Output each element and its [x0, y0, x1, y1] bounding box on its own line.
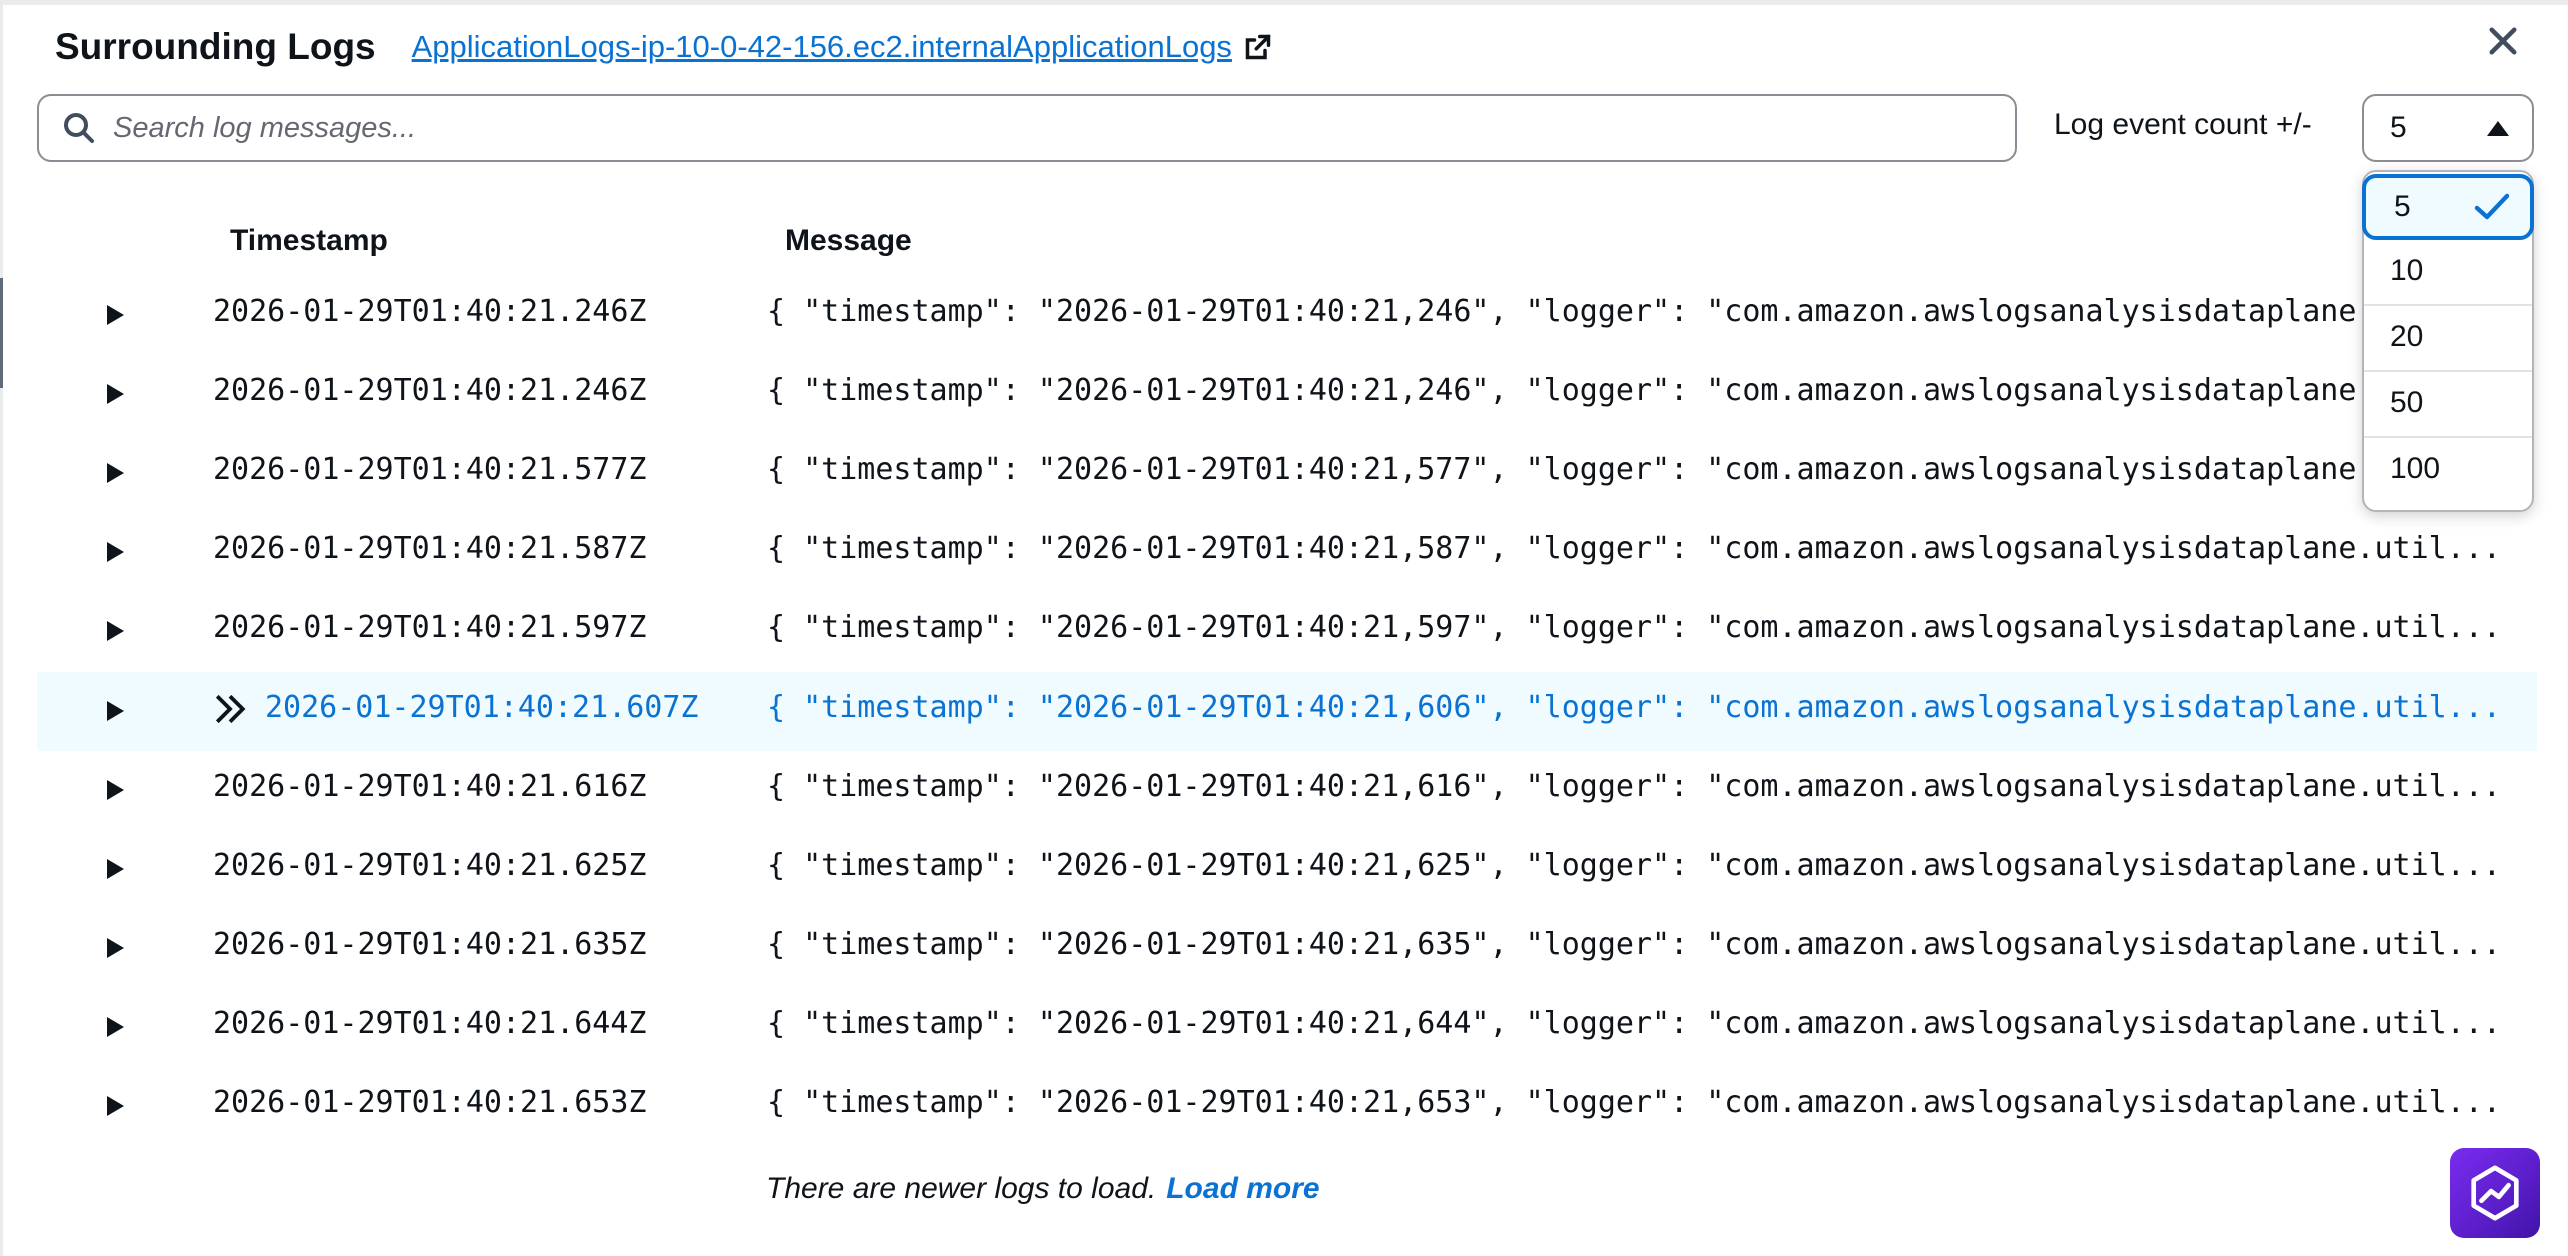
option-50[interactable]: 50 [2364, 370, 2532, 436]
row-timestamp: 2026-01-29T01:40:21.616Z [213, 769, 647, 804]
close-icon[interactable] [2488, 26, 2518, 56]
caret-right-icon[interactable] [105, 700, 125, 722]
caret-right-icon[interactable] [105, 858, 125, 880]
load-more-notice: There are newer logs to load. Load more [766, 1172, 1320, 1206]
external-link-icon[interactable] [1244, 33, 1272, 61]
row-message: { "timestamp": "2026-01-29T01:40:21,577"… [767, 452, 2501, 487]
caret-right-icon[interactable] [105, 620, 125, 642]
table-row[interactable]: 2026-01-29T01:40:21.635Z { "timestamp": … [37, 909, 2537, 988]
table-row[interactable]: 2026-01-29T01:40:21.597Z { "timestamp": … [37, 592, 2537, 671]
row-message: { "timestamp": "2026-01-29T01:40:21,625"… [767, 848, 2501, 883]
log-event-count-label: Log event count +/- [2054, 108, 2312, 141]
option-label: 5 [2394, 190, 2411, 223]
row-timestamp: 2026-01-29T01:40:21.635Z [213, 927, 647, 962]
row-message: { "timestamp": "2026-01-29T01:40:21,606"… [767, 690, 2501, 725]
column-header-timestamp: Timestamp [230, 224, 388, 257]
option-10[interactable]: 10 [2364, 238, 2532, 304]
row-message: { "timestamp": "2026-01-29T01:40:21,246"… [767, 294, 2501, 329]
log-group-link-text[interactable]: ApplicationLogs-ip-10-0-42-156.ec2.inter… [412, 29, 1232, 65]
option-label: 10 [2390, 254, 2424, 287]
check-icon [2474, 193, 2510, 220]
row-message: { "timestamp": "2026-01-29T01:40:21,653"… [767, 1085, 2501, 1120]
caret-right-icon[interactable] [105, 304, 125, 326]
row-timestamp: 2026-01-29T01:40:21.607Z [265, 690, 699, 725]
log-event-count-select[interactable]: 5 [2362, 94, 2534, 162]
row-timestamp: 2026-01-29T01:40:21.577Z [213, 452, 647, 487]
assistant-button[interactable] [2450, 1148, 2540, 1238]
row-message: { "timestamp": "2026-01-29T01:40:21,635"… [767, 927, 2501, 962]
option-20[interactable]: 20 [2364, 304, 2532, 370]
row-timestamp: 2026-01-29T01:40:21.625Z [213, 848, 647, 883]
option-5[interactable]: 5 [2362, 174, 2534, 240]
row-timestamp: 2026-01-29T01:40:21.644Z [213, 1006, 647, 1041]
caret-right-icon[interactable] [105, 779, 125, 801]
row-timestamp: 2026-01-29T01:40:21.597Z [213, 610, 647, 645]
option-label: 100 [2390, 452, 2441, 485]
table-row[interactable]: 2026-01-29T01:40:21.587Z { "timestamp": … [37, 513, 2537, 592]
log-event-count-dropdown: 5 10 20 50 100 [2362, 170, 2534, 512]
top-border [0, 0, 2568, 5]
page-title: Surrounding Logs [55, 26, 376, 67]
caret-right-icon[interactable] [105, 383, 125, 405]
option-100[interactable]: 100 [2364, 436, 2532, 502]
close-button[interactable] [2478, 16, 2528, 66]
table-row-current[interactable]: 2026-01-29T01:40:21.607Z { "timestamp": … [37, 672, 2537, 751]
caret-right-icon[interactable] [105, 1095, 125, 1117]
row-message: { "timestamp": "2026-01-29T01:40:21,616"… [767, 769, 2501, 804]
table-row[interactable]: 2026-01-29T01:40:21.644Z { "timestamp": … [37, 988, 2537, 1067]
newer-logs-text: There are newer logs to load. [766, 1172, 1157, 1205]
caret-right-icon[interactable] [105, 462, 125, 484]
row-timestamp: 2026-01-29T01:40:21.653Z [213, 1085, 647, 1120]
row-timestamp: 2026-01-29T01:40:21.246Z [213, 373, 647, 408]
row-message: { "timestamp": "2026-01-29T01:40:21,587"… [767, 531, 2501, 566]
log-group-link[interactable]: ApplicationLogs-ip-10-0-42-156.ec2.inter… [412, 29, 1272, 65]
load-more-link[interactable]: Load more [1166, 1172, 1319, 1205]
table-row[interactable]: 2026-01-29T01:40:21.653Z { "timestamp": … [37, 1067, 2537, 1146]
double-chevron-right-icon [215, 694, 246, 724]
option-label: 50 [2390, 386, 2424, 419]
assistant-icon [2471, 1165, 2519, 1221]
table-row[interactable]: 2026-01-29T01:40:21.616Z { "timestamp": … [37, 751, 2537, 830]
log-event-count-value: 5 [2390, 111, 2407, 144]
table-row[interactable]: 2026-01-29T01:40:21.625Z { "timestamp": … [37, 830, 2537, 909]
search-input[interactable] [113, 111, 1963, 145]
search-field[interactable] [37, 94, 2017, 162]
caret-right-icon[interactable] [105, 937, 125, 959]
table-row[interactable]: 2026-01-29T01:40:21.577Z { "timestamp": … [37, 434, 2537, 513]
row-timestamp: 2026-01-29T01:40:21.587Z [213, 531, 647, 566]
modal-header: Surrounding Logs ApplicationLogs-ip-10-0… [55, 22, 1272, 72]
option-label: 20 [2390, 320, 2424, 353]
left-edge-strip [0, 0, 3, 1256]
column-header-message: Message [785, 224, 912, 257]
row-message: { "timestamp": "2026-01-29T01:40:21,597"… [767, 610, 2501, 645]
caret-right-icon[interactable] [105, 541, 125, 563]
row-message: { "timestamp": "2026-01-29T01:40:21,644"… [767, 1006, 2501, 1041]
caret-right-icon[interactable] [105, 1016, 125, 1038]
table-row[interactable]: 2026-01-29T01:40:21.246Z { "timestamp": … [37, 276, 2537, 355]
left-edge-mark [0, 278, 3, 388]
caret-up-icon [2487, 121, 2509, 136]
search-icon [64, 113, 94, 143]
row-message: { "timestamp": "2026-01-29T01:40:21,246"… [767, 373, 2501, 408]
row-timestamp: 2026-01-29T01:40:21.246Z [213, 294, 647, 329]
table-row[interactable]: 2026-01-29T01:40:21.246Z { "timestamp": … [37, 355, 2537, 434]
